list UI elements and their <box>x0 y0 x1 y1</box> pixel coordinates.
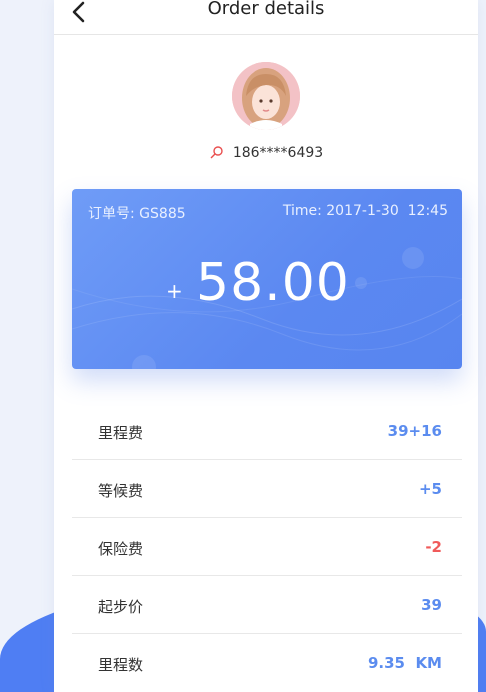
fee-value: -2 <box>425 538 442 556</box>
phone-screen: Order details 186****6493 订单号: GS885 Tim… <box>54 0 478 692</box>
map-pin-icon <box>210 146 223 159</box>
avatar[interactable] <box>232 62 300 130</box>
navigation-bar: Order details <box>54 0 478 35</box>
fee-value: +5 <box>418 480 442 498</box>
fee-row-mileage-fee: 里程费 39+16 <box>72 402 462 460</box>
fee-value: 39 <box>421 596 442 614</box>
user-avatar-image <box>232 62 300 130</box>
time-label: Time: <box>282 203 322 219</box>
order-number: 订单号: GS885 <box>88 203 186 223</box>
order-clock: 12:45 <box>407 203 448 219</box>
fee-value: 9.35 KM <box>367 654 442 672</box>
order-amount: 58.00 <box>196 253 350 313</box>
contact-row: 186****6493 <box>54 143 478 163</box>
order-time: Time: 2017-1-30 12:45 <box>283 203 448 219</box>
page-title: Order details <box>207 0 325 19</box>
fee-value: 39+16 <box>387 422 442 440</box>
fee-label: 起步价 <box>98 598 144 616</box>
fee-label: 等候费 <box>98 482 144 500</box>
order-number-label: 订单号: <box>88 206 135 222</box>
fee-row-base-fare: 起步价 39 <box>72 576 462 634</box>
fee-row-insurance-fee: 保险费 -2 <box>72 518 462 576</box>
fee-row-waiting-fee: 等候费 +5 <box>72 460 462 518</box>
order-summary-card: 订单号: GS885 Time: 2017-1-30 12:45 + 58.00 <box>72 189 462 369</box>
fee-row-distance: 里程数 9.35 KM <box>72 634 462 691</box>
fee-label: 里程数 <box>98 656 144 674</box>
order-number-value: GS885 <box>139 206 186 222</box>
fee-label: 里程费 <box>98 424 144 442</box>
fee-list: 里程费 39+16 等候费 +5 保险费 -2 起步价 39 里程数 9.35 … <box>72 402 462 691</box>
fee-label: 保险费 <box>98 540 144 558</box>
amount-sign: + <box>166 279 183 303</box>
order-date: 2017-1-30 <box>326 203 399 219</box>
phone-number: 186****6493 <box>232 145 324 161</box>
